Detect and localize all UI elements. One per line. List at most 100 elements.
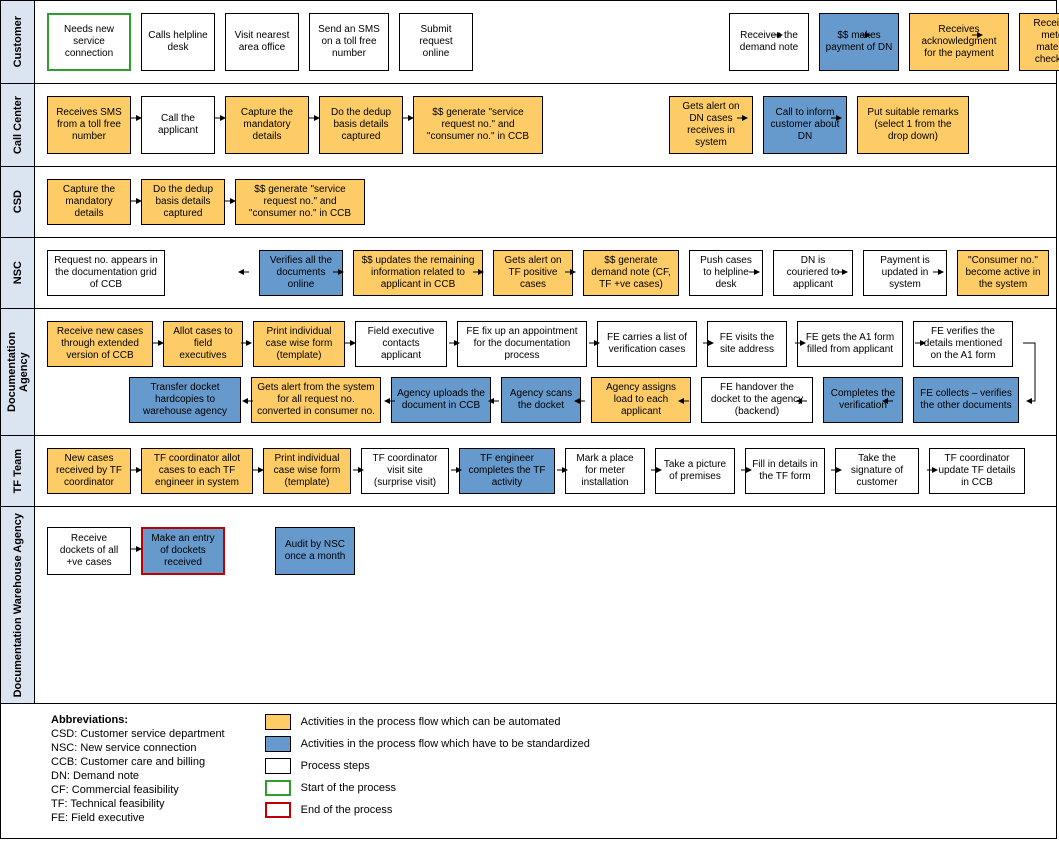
lane-csd: CSD Capture the mandatory details Do the… — [1, 167, 1056, 238]
step-tf-update-ccb: TF coordinator update TF details in CCB — [929, 448, 1025, 494]
step-agency-uploads: Agency uploads the document in CCB — [391, 377, 491, 423]
abbreviations: Abbreviations: CSD: Customer service dep… — [51, 714, 225, 824]
step-tf-visit-site: TF coordinator visit site (surprise visi… — [361, 448, 449, 494]
legend-auto: Activities in the process flow which can… — [301, 716, 561, 728]
step-tf-print: Print individual case wise form (templat… — [263, 448, 351, 494]
legend: Abbreviations: CSD: Customer service dep… — [1, 704, 1056, 838]
step-agency-scans: Agency scans the docket — [501, 377, 581, 423]
step-fe-verify-a1: FE verifies the details mentioned on the… — [913, 321, 1013, 367]
swatch-std-icon — [265, 736, 291, 752]
step-wh-entry: Make an entry of dockets received — [141, 527, 225, 575]
step-update-applicant: $$ updates the remaining information rel… — [353, 250, 483, 296]
step-inform-customer: Call to inform customer about DN — [763, 96, 847, 154]
step-tf-engineer: TF engineer completes the TF activity — [459, 448, 555, 494]
step-call-applicant: Call the applicant — [141, 96, 215, 154]
lane-label: TF Team — [10, 443, 26, 499]
step-tf-signature: Take the signature of customer — [835, 448, 919, 494]
step-dedup: Do the dedup basis details captured — [319, 96, 403, 154]
step-generate-req-no: $$ generate "service request no." and "c… — [413, 96, 543, 154]
swatch-auto-icon — [265, 714, 291, 730]
abbr-title: Abbreviations: — [51, 714, 225, 726]
legend-keys: Activities in the process flow which can… — [265, 714, 590, 824]
step-payment-updated: Payment is updated in system — [863, 250, 947, 296]
step-fe-carries-list: FE carries a list of verification cases — [597, 321, 697, 367]
step-receive-cases: Receive new cases through extended versi… — [47, 321, 153, 367]
step-put-remarks: Put suitable remarks (select 1 from the … — [857, 96, 969, 154]
lane-call-center: Call Center Receives SMS from a toll fre… — [1, 84, 1056, 167]
lane-head-warehouse-agency: Documentation Warehouse Agency — [1, 507, 35, 703]
lane-head-customer: Customer — [1, 1, 35, 83]
lane-label: Customer — [10, 10, 26, 73]
step-wh-receive: Receive dockets of all +ve cases — [47, 527, 131, 575]
swatch-end-icon — [265, 802, 291, 818]
lane-tf-team: TF Team New cases received by TF coordin… — [1, 436, 1056, 507]
step-consumer-active: "Consumer no." become active in the syst… — [957, 250, 1049, 296]
step-csd-generate: $$ generate "service request no." and "c… — [235, 179, 365, 225]
lane-documentation-agency: Documentation Agency — [1, 309, 1056, 436]
step-calls-helpline: Calls helpline desk — [141, 13, 215, 71]
step-checklist: Receives meter material checklist — [1019, 13, 1059, 71]
step-alert-dn: Gets alert on DN cases receives in syste… — [669, 96, 753, 154]
lane-label: Documentation Agency — [4, 309, 32, 435]
legend-start: Start of the process — [301, 782, 396, 794]
step-ack-payment: Receives acknowledgment for the payment — [909, 13, 1009, 71]
step-wh-audit: Audit by NSC once a month — [275, 527, 355, 575]
step-transfer-docket: Transfer docket hardcopies to warehouse … — [129, 377, 241, 423]
step-dn-courier: DN is couriered to applicant — [773, 250, 853, 296]
abbr-dn: DN: Demand note — [51, 770, 225, 782]
abbr-tf: TF: Technical feasibility — [51, 798, 225, 810]
lane-nsc: NSC Request no. appears in the documenta… — [1, 238, 1056, 309]
step-csd-dedup: Do the dedup basis details captured — [141, 179, 225, 225]
step-csd-capture: Capture the mandatory details — [47, 179, 131, 225]
step-push-helpline: Push cases to helpline desk — [689, 250, 763, 296]
abbr-cf: CF: Commercial feasibility — [51, 784, 225, 796]
step-fe-a1form: FE gets the A1 form filled from applican… — [797, 321, 903, 367]
step-visit-office: Visit nearest area office — [225, 13, 299, 71]
lane-label: CSD — [10, 184, 26, 219]
step-receives-dn: Receives the demand note — [729, 13, 809, 71]
swatch-plain-icon — [265, 758, 291, 774]
step-fe-contacts: Field executive contacts applicant — [355, 321, 447, 367]
step-gen-dn: $$ generate demand note (CF, TF +ve case… — [583, 250, 679, 296]
lane-head-nsc: NSC — [1, 238, 35, 308]
legend-plain: Process steps — [301, 760, 370, 772]
step-tf-picture: Take a picture of premises — [655, 448, 735, 494]
step-completes-verification: Completes the verification — [823, 377, 903, 423]
lane-label: Call Center — [10, 90, 26, 160]
step-print-form: Print individual case wise form (templat… — [253, 321, 345, 367]
step-alert-tf: Gets alert on TF positive cases — [493, 250, 573, 296]
step-fe-appointment: FE fix up an appointment for the documen… — [457, 321, 587, 367]
step-req-no-grid: Request no. appears in the documentation… — [47, 250, 165, 296]
step-fe-handover: FE handover the docket to the agency (ba… — [701, 377, 813, 423]
lane-head-csd: CSD — [1, 167, 35, 237]
step-capture-details: Capture the mandatory details — [225, 96, 309, 154]
abbr-csd: CSD: Customer service department — [51, 728, 225, 740]
abbr-ccb: CCB: Customer care and billing — [51, 756, 225, 768]
step-tf-allot: TF coordinator allot cases to each TF en… — [141, 448, 253, 494]
step-send-sms: Send an SMS on a toll free number — [309, 13, 389, 71]
lane-warehouse-agency: Documentation Warehouse Agency Receive d… — [1, 507, 1056, 704]
step-fe-collects: FE collects – verifies the other documen… — [913, 377, 1019, 423]
step-tf-mark-place: Mark a place for meter installation — [565, 448, 645, 494]
lane-customer: Customer Needs new service connection Ca… — [1, 1, 1056, 84]
swimlane-diagram: Customer Needs new service connection Ca… — [0, 0, 1057, 839]
legend-end: End of the process — [301, 804, 393, 816]
step-submit-online: Submit request online — [399, 13, 473, 71]
abbr-nsc: NSC: New service connection — [51, 742, 225, 754]
step-alert-converted: Gets alert from the system for all reque… — [251, 377, 381, 423]
swatch-start-icon — [265, 780, 291, 796]
lane-label: Documentation Warehouse Agency — [10, 507, 26, 703]
step-needs-new-service: Needs new service connection — [47, 13, 131, 71]
step-makes-payment: $$ makes payment of DN — [819, 13, 899, 71]
lane-head-documentation-agency: Documentation Agency — [1, 309, 35, 435]
legend-std: Activities in the process flow which hav… — [301, 738, 590, 750]
step-tf-new-cases: New cases received by TF coordinator — [47, 448, 131, 494]
abbr-fe: FE: Field executive — [51, 812, 225, 824]
lane-head-call-center: Call Center — [1, 84, 35, 166]
step-agency-assigns-load: Agency assigns load to each applicant — [591, 377, 691, 423]
step-fe-visits: FE visits the site address — [707, 321, 787, 367]
lane-head-tf-team: TF Team — [1, 436, 35, 506]
step-tf-fill-form: Fill in details in the TF form — [745, 448, 825, 494]
lane-label: NSC — [10, 255, 26, 290]
step-receives-sms: Receives SMS from a toll free number — [47, 96, 131, 154]
